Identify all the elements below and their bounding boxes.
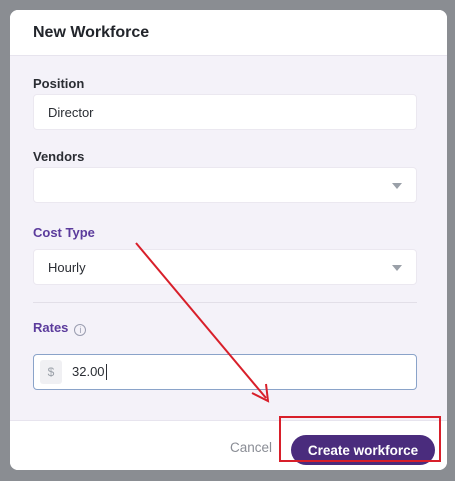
position-label: Position — [33, 76, 85, 91]
position-value: Director — [48, 104, 94, 120]
rates-value-text: 32.00 — [72, 363, 105, 379]
modal-footer: Cancel Create workforce — [10, 420, 447, 470]
rates-label: Rates i — [33, 320, 87, 336]
info-icon[interactable]: i — [74, 324, 87, 336]
cancel-button[interactable]: Cancel — [230, 440, 272, 455]
position-input[interactable]: Director — [33, 94, 417, 130]
cost-type-select[interactable]: Hourly — [33, 249, 417, 285]
cost-type-value: Hourly — [48, 259, 86, 275]
chevron-down-icon — [392, 183, 402, 189]
new-workforce-modal: New Workforce Position Director Vendors … — [10, 10, 447, 470]
rates-label-text: Rates — [33, 320, 69, 335]
modal-title: New Workforce — [33, 24, 150, 41]
text-cursor — [105, 364, 107, 381]
currency-symbol: $ — [40, 360, 62, 384]
chevron-down-icon — [392, 265, 402, 271]
modal-header: New Workforce — [10, 10, 447, 56]
cost-type-label: Cost Type — [33, 225, 95, 240]
divider — [33, 302, 417, 303]
vendors-label: Vendors — [33, 149, 85, 164]
rates-input[interactable]: $ 32.00 — [33, 354, 417, 390]
create-workforce-button[interactable]: Create workforce — [291, 435, 435, 465]
vendors-select[interactable] — [33, 167, 417, 203]
rates-value: 32.00 — [72, 364, 107, 381]
